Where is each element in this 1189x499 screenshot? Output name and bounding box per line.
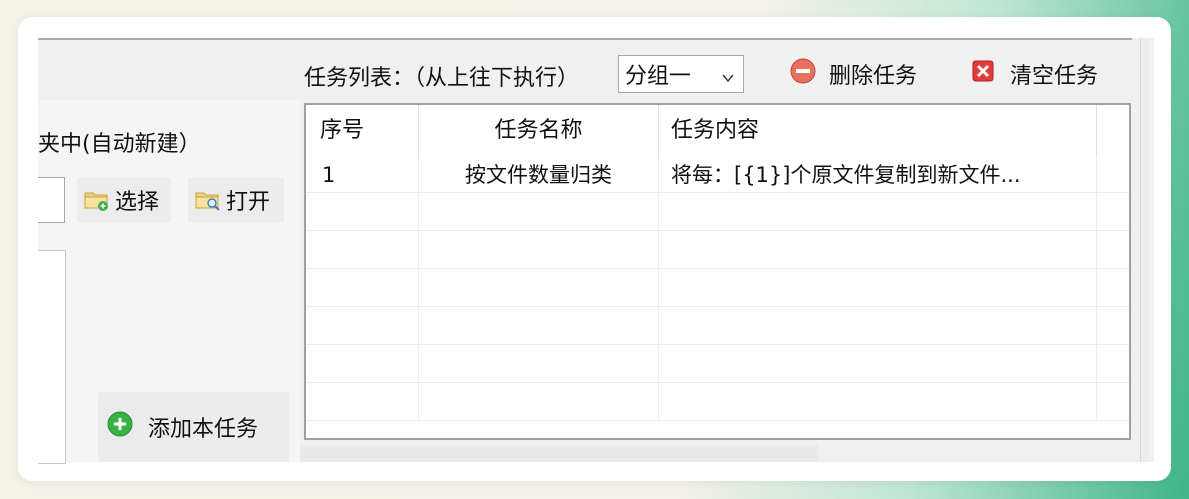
empty-row <box>306 383 1129 421</box>
group-select[interactable]: 分组一 <box>618 55 744 93</box>
add-task-button[interactable]: 添加本任务 <box>98 392 289 462</box>
minus-circle-icon <box>789 57 817 91</box>
select-folder-button[interactable]: 选择 <box>77 178 171 222</box>
table-row[interactable]: 1 按文件数量归类 将每：[{1}]个原文件复制到新文件... <box>306 155 1129 193</box>
left-list-box <box>38 250 66 464</box>
chevron-down-icon <box>721 66 735 83</box>
empty-cell <box>659 345 1097 383</box>
right-scroll-edge <box>1140 38 1149 462</box>
empty-row <box>306 345 1129 383</box>
empty-cell <box>659 307 1097 345</box>
empty-cell <box>306 231 419 269</box>
clear-tasks-label: 清空任务 <box>1010 64 1099 89</box>
empty-cell <box>1097 383 1129 421</box>
empty-cell <box>1097 345 1129 383</box>
empty-cell <box>419 193 659 231</box>
empty-cell <box>306 345 419 383</box>
folder-path-input[interactable] <box>38 177 65 223</box>
task-table[interactable]: 序号 任务名称 任务内容 1 按文件数量归类 将每：[{1}]个原文件复制到新文… <box>304 103 1131 440</box>
column-header-content[interactable]: 任务内容 <box>659 105 1097 155</box>
target-folder-label: 夹中(自动新建） <box>38 132 201 157</box>
empty-row <box>306 193 1129 231</box>
table-header: 序号 任务名称 任务内容 <box>306 105 1129 155</box>
empty-cell <box>306 307 419 345</box>
cell-name: 按文件数量归类 <box>419 155 659 193</box>
empty-cell <box>1097 307 1129 345</box>
top-divider <box>38 38 1132 40</box>
open-folder-button[interactable]: 打开 <box>188 178 284 222</box>
open-folder-label: 打开 <box>226 190 271 215</box>
delete-task-label: 删除任务 <box>829 64 918 89</box>
empty-row <box>306 269 1129 307</box>
column-header-index[interactable]: 序号 <box>306 105 419 155</box>
folder-add-icon <box>83 188 111 212</box>
cell-index: 1 <box>306 155 419 193</box>
folder-search-icon <box>194 188 222 212</box>
add-circle-icon <box>106 410 134 444</box>
empty-cell <box>659 269 1097 307</box>
empty-cell <box>306 383 419 421</box>
empty-cell <box>419 307 659 345</box>
empty-cell <box>419 345 659 383</box>
task-list-title: 任务列表：（从上往下执行） <box>304 66 580 91</box>
column-header-name[interactable]: 任务名称 <box>419 105 659 155</box>
cell-filler <box>1097 155 1129 193</box>
empty-row <box>306 307 1129 345</box>
empty-cell <box>419 383 659 421</box>
empty-cell <box>306 193 419 231</box>
empty-cell <box>1097 269 1129 307</box>
empty-cell <box>1097 193 1129 231</box>
group-select-value: 分组一 <box>625 64 692 89</box>
empty-cell <box>419 231 659 269</box>
empty-cell <box>1097 231 1129 269</box>
empty-cell <box>306 269 419 307</box>
empty-cell <box>659 231 1097 269</box>
empty-cell <box>659 383 1097 421</box>
cell-content: 将每：[{1}]个原文件复制到新文件... <box>659 155 1097 193</box>
add-task-label: 添加本任务 <box>148 417 259 442</box>
clear-tasks-button[interactable]: 清空任务 <box>968 56 1098 92</box>
column-header-filler <box>1097 105 1129 155</box>
select-folder-label: 选择 <box>115 190 160 215</box>
delete-task-button[interactable]: 删除任务 <box>789 56 917 92</box>
close-square-icon <box>968 56 998 92</box>
empty-row <box>306 231 1129 269</box>
empty-cell <box>419 269 659 307</box>
bottom-strip <box>300 445 818 462</box>
empty-cell <box>659 193 1097 231</box>
